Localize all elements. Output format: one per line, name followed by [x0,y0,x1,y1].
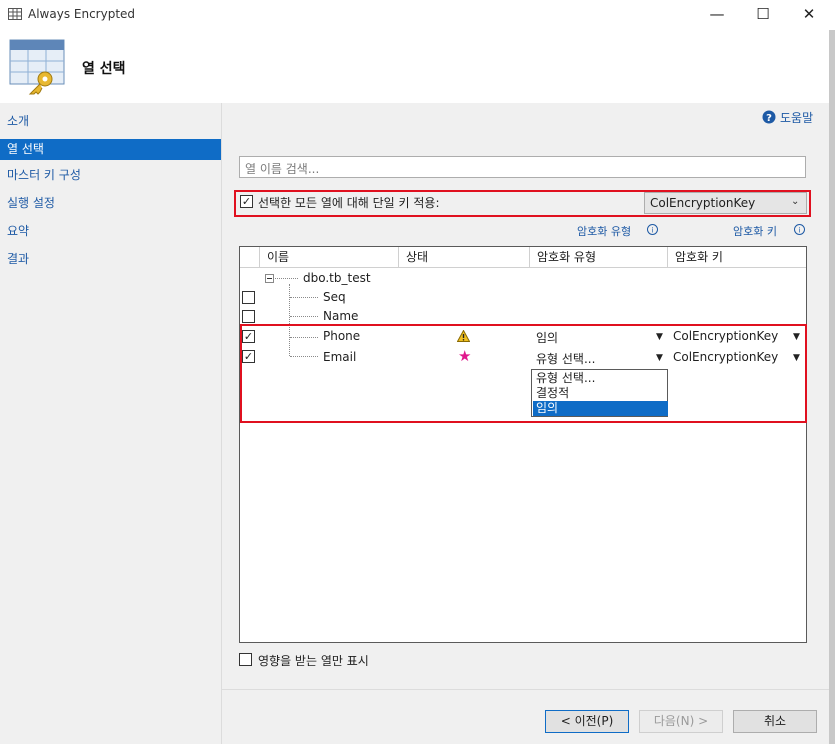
footer-divider [222,689,829,690]
row-checkbox-phone[interactable]: ✓ [242,330,255,343]
collapse-icon[interactable] [265,274,274,283]
chevron-down-icon[interactable]: ▼ [656,353,663,363]
svg-text:?: ? [766,113,772,124]
enc-type-dropdown-list: 유형 선택... 결정적 임의 [531,369,668,417]
maximize-button[interactable]: ☐ [740,0,786,30]
tree-line [290,297,318,298]
row-enc-key-phone[interactable]: ColEncryptionKey [673,329,778,343]
row-checkbox-name[interactable] [242,310,255,323]
tree-line [275,278,298,279]
chevron-down-icon[interactable]: ▼ [793,353,800,363]
affected-only-label: 영향을 받는 열만 표시 [258,654,369,668]
tree-line [290,316,318,317]
table-icon [8,8,22,20]
grid-header-status[interactable]: 상태 [399,247,530,268]
table-node-label: dbo.tb_test [303,271,371,285]
warning-icon [457,330,470,342]
window-title: Always Encrypted [28,7,136,21]
table-key-icon [9,39,65,95]
column-grid [239,246,807,643]
dropdown-option-select-type[interactable]: 유형 선택... [533,371,668,386]
row-name-email: Email [323,350,357,364]
single-key-label: 선택한 모든 열에 대해 단일 키 적용: [258,196,440,210]
title-bar: Always Encrypted — ☐ ✕ [0,0,835,30]
row-name-phone: Phone [323,329,361,343]
svg-text:i: i [652,227,654,235]
column-search-input[interactable]: 열 이름 검색... [239,156,806,178]
row-checkbox-seq[interactable] [242,291,255,304]
row-name-seq: Seq [323,290,346,304]
encryption-key-link[interactable]: 암호화 키 [733,223,777,239]
chevron-down-icon[interactable]: ⌄ [791,196,799,207]
single-key-checkbox[interactable]: ✓ [240,195,253,208]
sidebar-item-run-settings[interactable]: 실행 설정 [0,193,221,214]
tree-line [290,356,318,357]
info-icon[interactable]: i [647,224,658,235]
close-button[interactable]: ✕ [786,0,832,30]
row-name-name: Name [323,309,359,323]
grid-header-enc-type[interactable]: 암호화 유형 [530,247,668,268]
cancel-button[interactable]: 취소 [733,710,817,733]
sidebar: 소개 열 선택 마스터 키 구성 실행 설정 요약 결과 [0,103,222,744]
info-icon[interactable]: i [794,224,805,235]
sidebar-item-results[interactable]: 결과 [0,249,221,270]
sidebar-item-intro[interactable]: 소개 [0,111,221,132]
sidebar-item-master-key[interactable]: 마스터 키 구성 [0,165,221,186]
previous-button[interactable]: < 이전(P) [545,710,629,733]
grid-header-check [240,247,260,268]
affected-only-checkbox[interactable] [239,653,252,666]
window-edge [829,30,835,744]
row-enc-key-email[interactable]: ColEncryptionKey [673,350,778,364]
row-enc-type-email[interactable]: 유형 선택... [536,350,595,367]
svg-text:i: i [799,227,801,235]
grid-header-name[interactable]: 이름 [260,247,399,268]
minimize-button[interactable]: — [694,0,740,30]
next-button[interactable]: 다음(N) > [639,710,723,733]
chevron-down-icon[interactable]: ▼ [656,332,663,342]
single-key-combo[interactable]: ColEncryptionKey [644,192,807,214]
row-enc-type-phone[interactable]: 임의 [536,329,558,346]
new-star-icon: ★ [458,347,472,365]
page-header: 열 선택 [0,30,835,103]
sidebar-item-column-selection[interactable]: 열 선택 [0,139,221,160]
chevron-down-icon[interactable]: ▼ [793,332,800,342]
row-checkbox-email[interactable]: ✓ [242,350,255,363]
dropdown-option-randomized[interactable]: 임의 [533,401,668,416]
sidebar-item-summary[interactable]: 요약 [0,221,221,242]
grid-header-enc-key[interactable]: 암호화 키 [668,247,806,268]
dropdown-option-deterministic[interactable]: 결정적 [533,386,668,401]
tree-line [290,337,318,338]
help-icon[interactable]: ? [762,110,776,124]
page-title: 열 선택 [82,61,126,77]
encryption-type-link[interactable]: 암호화 유형 [577,223,631,239]
help-link[interactable]: 도움말 [780,109,813,126]
